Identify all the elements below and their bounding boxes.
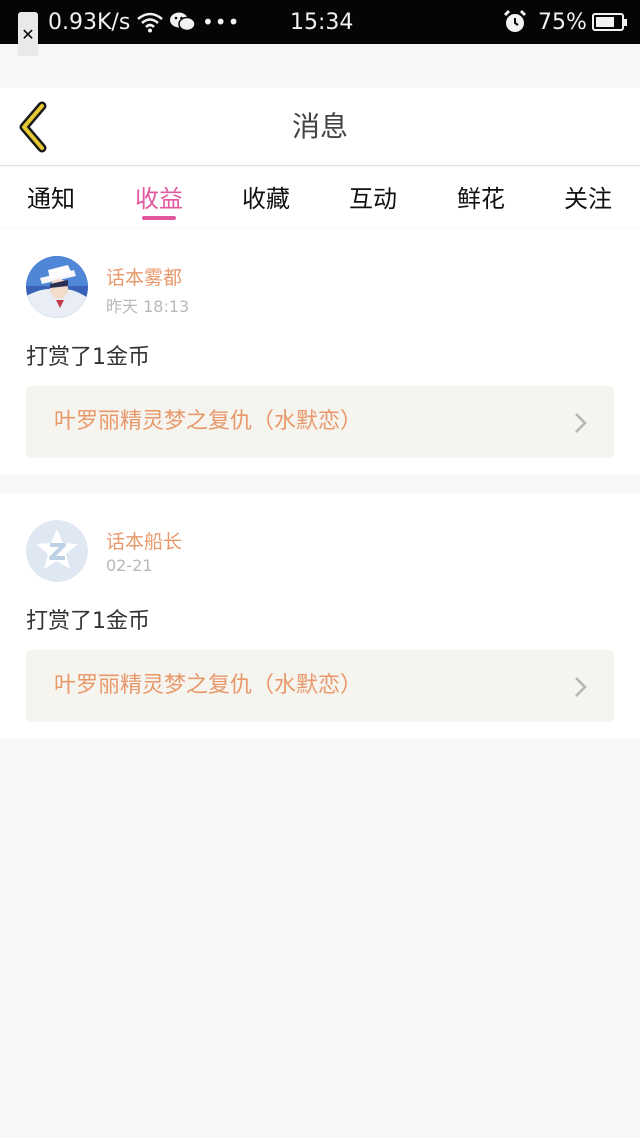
wechat-icon — [169, 0, 197, 44]
username[interactable]: 话本雾都 — [106, 263, 182, 290]
action-text: 打赏了1金币 — [26, 609, 150, 634]
username[interactable]: 话本船长 — [106, 527, 182, 554]
tab-interactions[interactable]: 互动 — [343, 179, 403, 214]
chevron-right-icon — [575, 413, 587, 433]
page-title: 消息 — [291, 110, 348, 143]
tab-bar: 通知 收益 收藏 互动 鲜花 关注 — [0, 167, 640, 227]
book-link[interactable]: 叶罗丽精灵梦之复仇（水默恋） — [26, 386, 614, 458]
action-text: 打赏了1金币 — [26, 345, 150, 370]
battery-level — [596, 17, 614, 27]
tab-earnings[interactable]: 收益 — [129, 179, 189, 214]
avatar[interactable] — [26, 256, 88, 318]
tab-flowers[interactable]: 鲜花 — [451, 179, 511, 214]
network-speed: 0.93K/s — [48, 9, 131, 35]
timestamp: 02-21 — [106, 556, 153, 575]
tab-favorites[interactable]: 收藏 — [236, 179, 296, 214]
chevron-right-icon — [575, 677, 587, 697]
avatar[interactable] — [26, 520, 88, 582]
clock: 15:34 — [290, 9, 354, 35]
timestamp: 昨天 18:13 — [106, 297, 190, 316]
title-bar: 消息 — [0, 88, 640, 166]
message-card: 话本雾都 昨天 18:13 打赏了1金币 叶罗丽精灵梦之复仇（水默恋） — [0, 228, 640, 475]
alarm-icon — [502, 0, 528, 44]
battery-icon — [592, 0, 627, 44]
book-title: 叶罗丽精灵梦之复仇（水默恋） — [54, 673, 363, 698]
more-notifications-icon: ••• — [202, 10, 241, 34]
book-link[interactable]: 叶罗丽精灵梦之复仇（水默恋） — [26, 650, 614, 722]
battery-percent: 75% — [538, 9, 587, 35]
tab-following[interactable]: 关注 — [558, 179, 618, 214]
tab-notifications[interactable]: 通知 — [21, 179, 81, 214]
message-card: 话本船长 02-21 打赏了1金币 叶罗丽精灵梦之复仇（水默恋） — [0, 493, 640, 739]
close-box-icon: ✕ — [18, 12, 38, 56]
active-tab-indicator — [142, 216, 176, 220]
wifi-icon — [137, 0, 163, 44]
book-title: 叶罗丽精灵梦之复仇（水默恋） — [54, 409, 363, 434]
status-bar: ✕ 0.93K/s ••• 15:34 75% — [0, 0, 640, 56]
